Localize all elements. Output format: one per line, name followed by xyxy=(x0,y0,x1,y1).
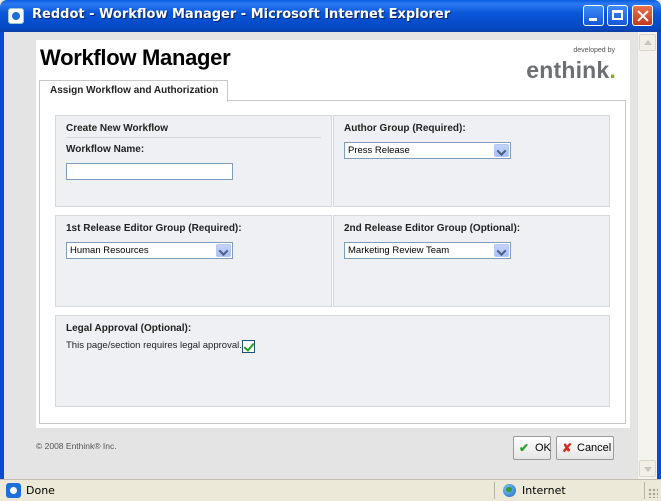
workflow-panel: Workflow Manager developed by enthink. A… xyxy=(36,40,630,428)
first-release-editor-label: 1st Release Editor Group (Required): xyxy=(66,223,242,234)
scroll-down-button[interactable] xyxy=(639,460,656,477)
zone-text: Internet xyxy=(522,484,566,497)
maximize-button[interactable] xyxy=(607,5,628,26)
status-text: Done xyxy=(26,484,55,497)
second-release-editor-label: 2nd Release Editor Group (Optional): xyxy=(344,223,521,234)
author-group-select[interactable]: Press Release xyxy=(344,142,511,159)
close-x-icon: ✘ xyxy=(562,441,573,455)
tab-assign-workflow[interactable]: Assign Workflow and Authorization xyxy=(39,80,229,102)
vertical-scrollbar[interactable] xyxy=(637,32,657,479)
close-button[interactable] xyxy=(632,5,653,26)
status-divider xyxy=(644,482,645,499)
second-release-editor-select[interactable]: Marketing Review Team xyxy=(344,242,511,259)
page-title: Workflow Manager xyxy=(40,45,231,70)
author-group-label: Author Group (Required): xyxy=(344,123,466,134)
section-divider xyxy=(66,137,321,138)
create-workflow-section: Create New Workflow Workflow Name: xyxy=(55,115,332,207)
second-release-editor-value: Marketing Review Team xyxy=(348,245,450,256)
scroll-up-button[interactable] xyxy=(639,34,656,51)
window-title: Reddot - Workflow Manager - Microsoft In… xyxy=(32,7,451,22)
first-release-editor-select[interactable]: Human Resources xyxy=(66,242,233,259)
cancel-label: Cancel xyxy=(577,442,612,454)
workflow-name-input[interactable] xyxy=(66,163,233,180)
chevron-down-icon[interactable] xyxy=(494,244,509,257)
legal-approval-label: Legal Approval (Optional): xyxy=(66,323,192,334)
status-divider xyxy=(494,482,495,499)
ok-label: OK xyxy=(535,442,551,454)
legal-approval-text: This page/section requires legal approva… xyxy=(66,340,242,351)
resize-grip-icon[interactable] xyxy=(648,488,658,498)
first-release-editor-value: Human Resources xyxy=(70,245,149,256)
legal-approval-section: Legal Approval (Optional): This page/sec… xyxy=(55,315,610,407)
legal-approval-checkbox[interactable] xyxy=(242,340,255,353)
ie-icon xyxy=(8,8,24,24)
globe-icon xyxy=(503,484,516,497)
copyright-text: © 2008 Enthink® Inc. xyxy=(36,441,117,451)
window-titlebar[interactable]: Reddot - Workflow Manager - Microsoft In… xyxy=(0,0,661,32)
developed-by-text: developed by xyxy=(573,47,615,54)
second-release-editor-section: 2nd Release Editor Group (Optional): Mar… xyxy=(333,215,610,307)
status-bar: Done Internet xyxy=(0,479,661,501)
workflow-name-label: Workflow Name: xyxy=(66,144,145,155)
author-group-section: Author Group (Required): Press Release xyxy=(333,115,610,207)
chevron-down-icon[interactable] xyxy=(494,144,509,157)
check-icon: ✔ xyxy=(519,441,530,455)
create-workflow-label: Create New Workflow xyxy=(66,123,169,134)
cancel-button[interactable]: ✘ Cancel xyxy=(556,436,614,460)
author-group-value: Press Release xyxy=(348,145,410,156)
tab-content: Create New Workflow Workflow Name: Autho… xyxy=(39,100,626,424)
first-release-editor-section: 1st Release Editor Group (Required): Hum… xyxy=(55,215,332,307)
minimize-button[interactable] xyxy=(583,5,604,26)
ok-button[interactable]: ✔ OK xyxy=(513,436,551,460)
page-icon xyxy=(6,483,21,498)
enthink-logo: enthink. xyxy=(526,57,616,83)
chevron-down-icon[interactable] xyxy=(216,244,231,257)
